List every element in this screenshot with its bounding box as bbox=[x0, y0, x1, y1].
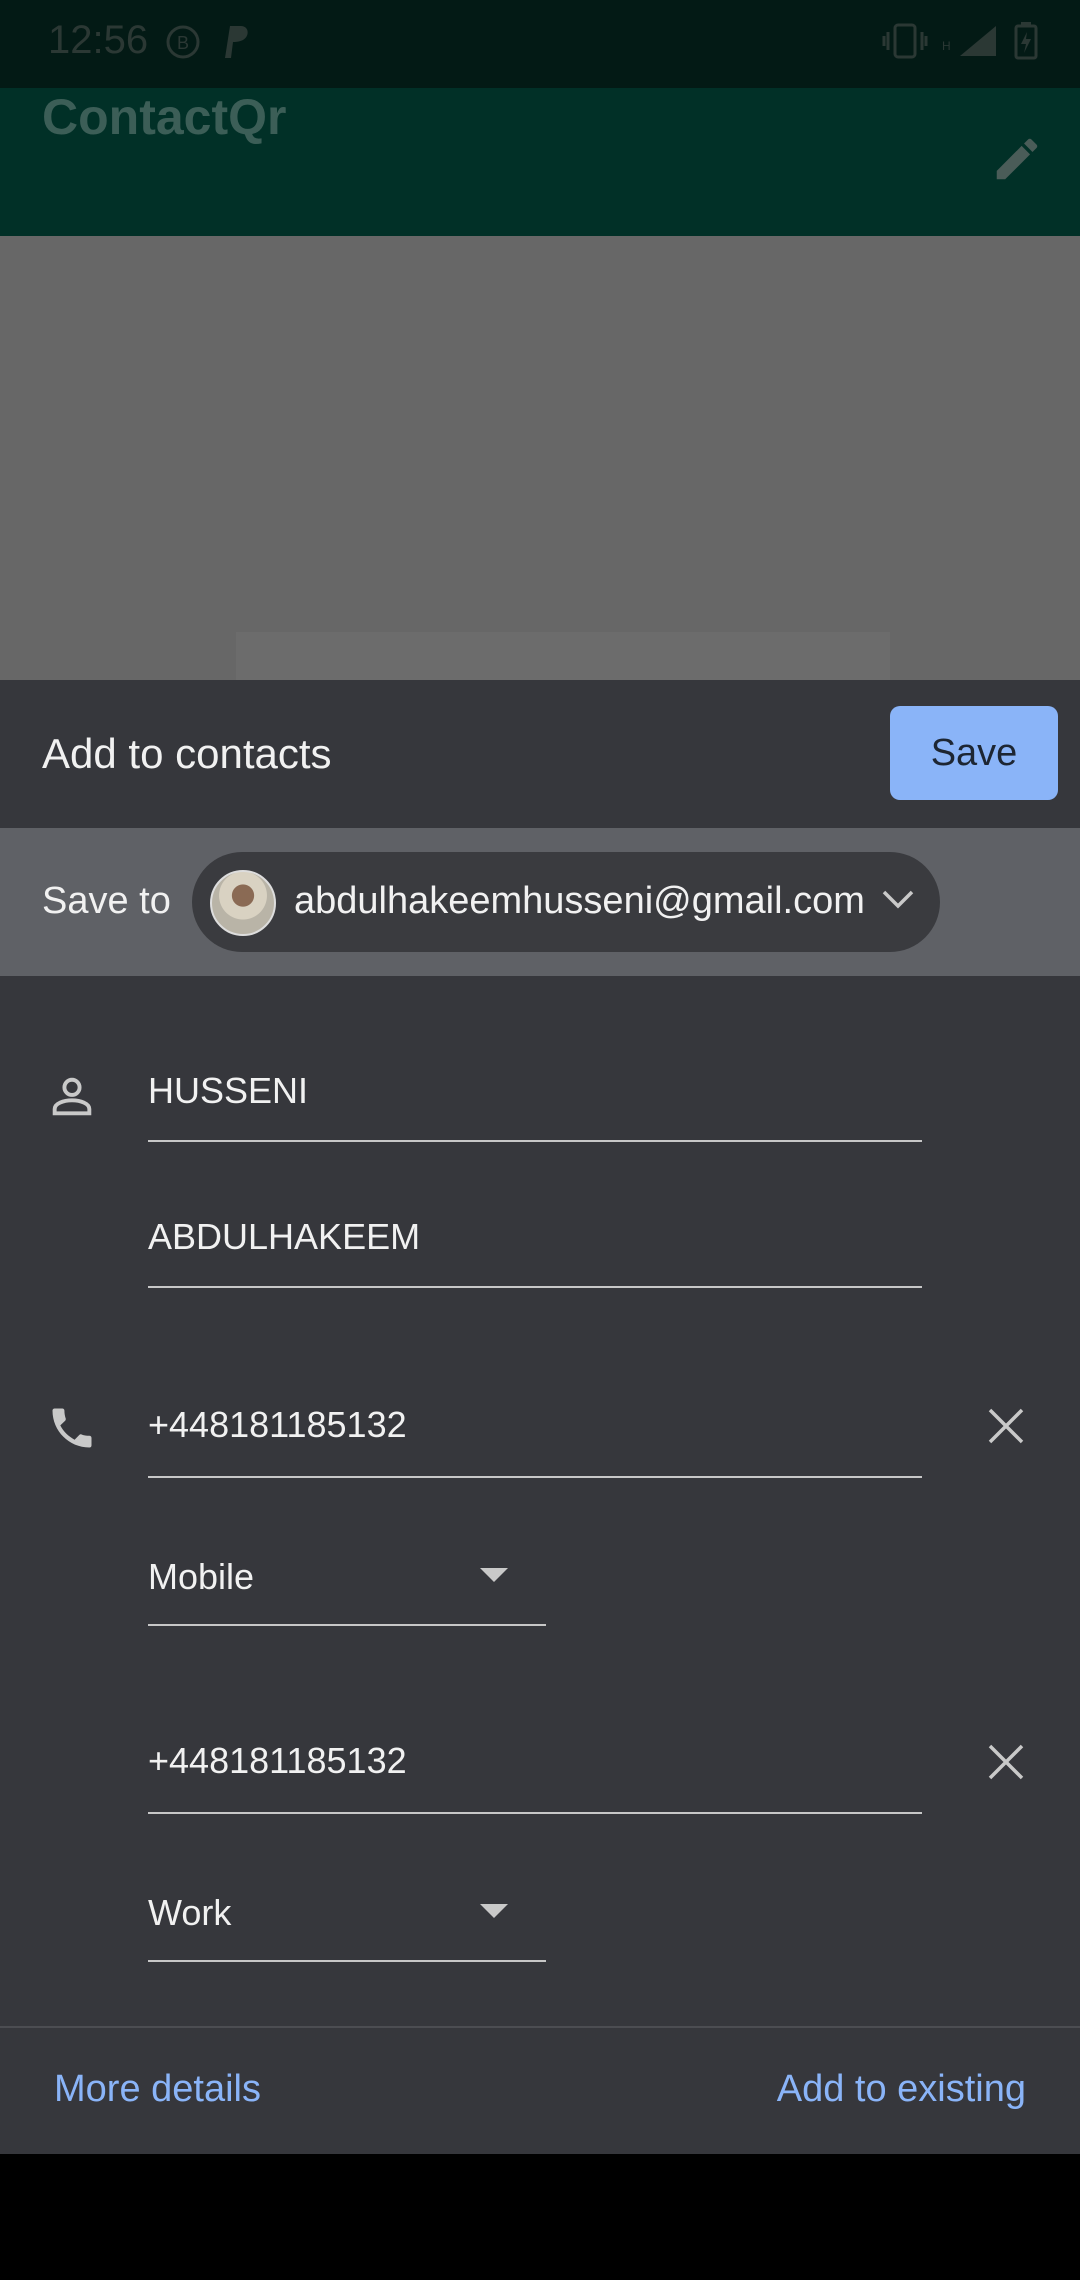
last-name-field[interactable]: ABDULHAKEEM bbox=[148, 1216, 420, 1258]
chevron-down-icon bbox=[882, 890, 914, 909]
avatar bbox=[210, 870, 276, 936]
battery-icon bbox=[1014, 22, 1038, 60]
phone-type-underline-1 bbox=[148, 1624, 546, 1626]
account-email: abdulhakeemhusseni@gmail.com bbox=[294, 880, 865, 922]
phone-underline-1 bbox=[148, 1476, 922, 1478]
status-notification-icons: B bbox=[165, 24, 251, 60]
phone-number-field-2[interactable]: +448181185132 bbox=[148, 1740, 407, 1782]
svg-text:B: B bbox=[177, 33, 189, 53]
status-bar: 12:56 B H bbox=[0, 0, 1080, 88]
edit-icon[interactable] bbox=[990, 132, 1044, 186]
scrim-overlay[interactable] bbox=[0, 236, 1080, 680]
notification-circle-icon: B bbox=[166, 25, 200, 59]
phone-type-underline-2 bbox=[148, 1960, 546, 1962]
app-title: ContactQr bbox=[42, 89, 287, 145]
clear-phone-2-icon[interactable] bbox=[986, 1742, 1026, 1782]
background-card bbox=[236, 632, 890, 680]
status-time: 12:56 bbox=[48, 18, 149, 62]
first-name-field[interactable]: HUSSENI bbox=[148, 1070, 308, 1112]
dropdown-arrow-icon bbox=[480, 1568, 508, 1582]
navigation-area bbox=[0, 2154, 1080, 2280]
last-name-underline bbox=[148, 1286, 922, 1288]
first-name-underline bbox=[148, 1140, 922, 1142]
phone-type-select-1[interactable]: Mobile bbox=[148, 1556, 254, 1598]
add-to-existing-button[interactable]: Add to existing bbox=[777, 2068, 1026, 2111]
phone-number-field-1[interactable]: +448181185132 bbox=[148, 1404, 407, 1446]
svg-text:H: H bbox=[942, 39, 951, 53]
vibrate-icon bbox=[882, 23, 928, 59]
save-button[interactable]: Save bbox=[890, 706, 1058, 800]
phone-icon bbox=[52, 1408, 92, 1448]
signal-icon: H bbox=[942, 26, 996, 56]
person-icon bbox=[52, 1077, 92, 1116]
paypal-icon bbox=[225, 26, 248, 58]
screen: 12:56 B H ContactQr Add to contacts Save… bbox=[0, 0, 1080, 2280]
phone-type-select-2[interactable]: Work bbox=[148, 1892, 231, 1934]
status-system-icons: H bbox=[882, 22, 1038, 60]
more-details-button[interactable]: More details bbox=[54, 2068, 261, 2111]
clear-phone-1-icon[interactable] bbox=[986, 1406, 1026, 1446]
sheet-title: Add to contacts bbox=[42, 730, 332, 777]
dropdown-arrow-icon bbox=[480, 1904, 508, 1918]
contact-form bbox=[0, 976, 1080, 2026]
phone-underline-2 bbox=[148, 1812, 922, 1814]
save-to-label: Save to bbox=[42, 880, 171, 922]
